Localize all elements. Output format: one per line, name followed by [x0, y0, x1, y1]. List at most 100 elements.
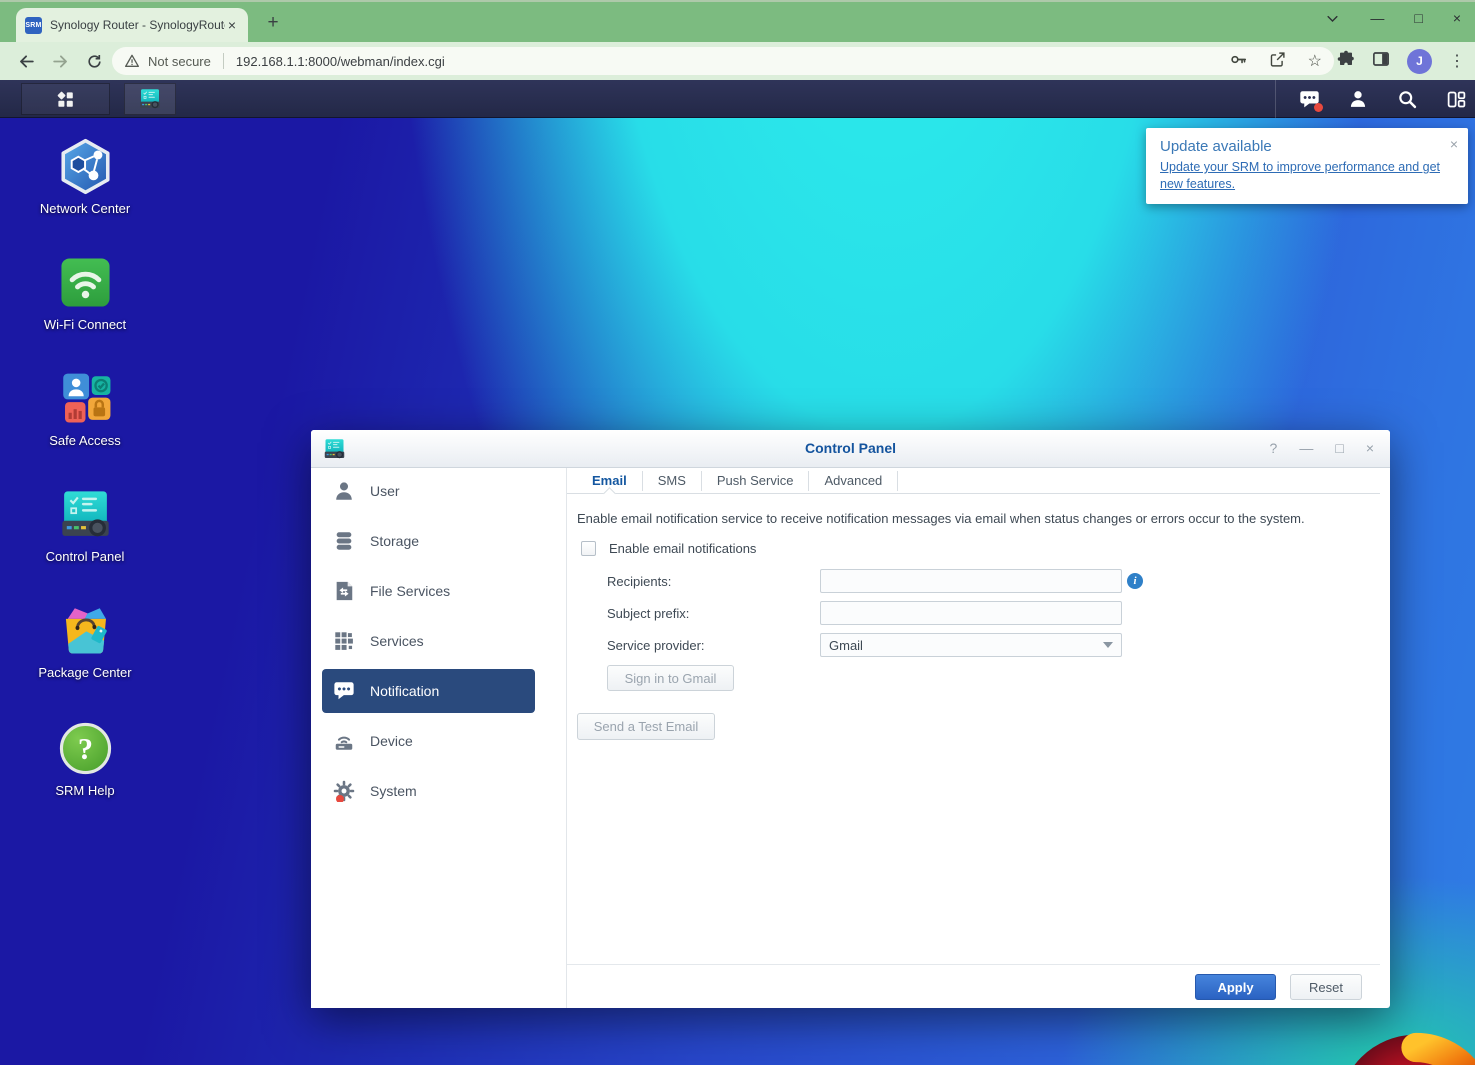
tab-advanced[interactable]: Advanced: [809, 470, 899, 491]
sidebar-item-services[interactable]: Services: [322, 619, 535, 663]
forward-button[interactable]: [48, 49, 72, 73]
sidebar-item-label: File Services: [370, 583, 451, 599]
sidebar-item-notification[interactable]: Notification: [322, 669, 535, 713]
address-divider: [222, 53, 224, 69]
sidebar-item-label: Storage: [370, 533, 420, 549]
browser-tab[interactable]: SRM Synology Router - SynologyRoute ×: [16, 8, 248, 42]
network-center-icon: [57, 138, 114, 195]
desktop-icon-label: SRM Help: [55, 783, 115, 798]
apply-button[interactable]: Apply: [1195, 974, 1276, 1000]
desktop-icon-label: Control Panel: [45, 549, 125, 564]
tab-underline: [567, 493, 1380, 494]
email-description: Enable email notification service to rec…: [577, 511, 1305, 526]
update-popup-title: Update available: [1160, 138, 1272, 155]
services-icon: [333, 630, 355, 652]
select-caret-icon: [1103, 642, 1113, 648]
desktop-icon-label: Network Center: [39, 201, 131, 216]
recipients-label: Recipients:: [607, 574, 672, 589]
window-help-button[interactable]: ?: [1270, 440, 1278, 456]
file-services-icon: [333, 580, 355, 602]
sidebar-item-system[interactable]: System: [322, 769, 535, 813]
srm-desktop: Network Center Wi-Fi Connect Safe Access…: [0, 118, 1475, 1065]
tab-title: Synology Router - SynologyRoute: [50, 18, 225, 32]
share-icon[interactable]: [1269, 51, 1286, 71]
recipients-info-icon[interactable]: i: [1127, 573, 1143, 589]
reset-button[interactable]: Reset: [1290, 974, 1362, 1000]
extensions-puzzle-icon[interactable]: [1337, 50, 1355, 73]
tab-close-icon[interactable]: ×: [225, 17, 239, 33]
sidebar-item-label: Notification: [370, 683, 440, 699]
address-bar[interactable]: Not secure 192.168.1.1:8000/webman/index…: [112, 47, 1334, 75]
browser-profile-avatar[interactable]: J: [1407, 48, 1432, 74]
taskbar-control-panel-button[interactable]: [124, 83, 176, 115]
side-panel-icon[interactable]: [1372, 50, 1390, 73]
desktop-icon-label: Safe Access: [49, 433, 121, 448]
update-srm-link[interactable]: Update your SRM to improve performance a…: [1160, 159, 1446, 192]
window-minimize-button[interactable]: —: [1299, 440, 1313, 456]
control-panel-icon: [57, 486, 114, 543]
security-label: Not secure: [148, 53, 211, 69]
tab-sms[interactable]: SMS: [643, 470, 702, 491]
srm-help-icon: [57, 720, 114, 777]
window-maximize-button[interactable]: □: [1335, 440, 1343, 456]
sidebar-item-storage[interactable]: Storage: [322, 519, 535, 563]
sidebar-item-user[interactable]: User: [322, 469, 535, 513]
desktop-icon-wifi-connect[interactable]: Wi-Fi Connect: [25, 254, 145, 334]
back-button[interactable]: [14, 49, 38, 73]
update-popup-close-icon[interactable]: ×: [1450, 136, 1458, 152]
srm-favicon: SRM: [25, 16, 42, 34]
service-provider-label: Service provider:: [607, 638, 705, 653]
bookmark-star-icon[interactable]: ☆: [1308, 51, 1322, 71]
browser-chevron-down-icon[interactable]: [1325, 11, 1340, 26]
window-titlebar[interactable]: Control Panel ? — □ ×: [311, 430, 1390, 468]
notification-panel: Email SMS Push Service Advanced Enable e…: [567, 468, 1390, 1008]
sign-in-gmail-button[interactable]: Sign in to Gmail: [607, 665, 734, 691]
package-center-icon: [57, 602, 114, 659]
search-icon[interactable]: [1396, 88, 1418, 110]
not-secure-warning-icon[interactable]: [124, 53, 140, 69]
enable-email-checkbox[interactable]: [581, 541, 596, 556]
desktop-icon-srm-help[interactable]: SRM Help: [25, 720, 145, 800]
control-panel-sidebar: User Storage File Services Services Noti…: [311, 468, 567, 1008]
send-test-email-button[interactable]: Send a Test Email: [577, 713, 715, 740]
device-icon: [333, 730, 355, 752]
footer-divider: [567, 964, 1380, 965]
user-options-icon[interactable]: [1347, 88, 1369, 110]
desktop-icon-safe-access[interactable]: Safe Access: [25, 370, 145, 450]
browser-menu-icon[interactable]: ⋮: [1449, 51, 1465, 71]
system-gear-icon: [333, 780, 355, 802]
sidebar-item-label: Device: [370, 733, 413, 749]
window-close-button[interactable]: ×: [1366, 440, 1374, 456]
new-tab-button[interactable]: +: [260, 10, 286, 36]
url-text: 192.168.1.1:8000/webman/index.cgi: [235, 53, 445, 69]
pilot-view-icon[interactable]: [1445, 88, 1467, 110]
browser-close-button[interactable]: ×: [1453, 10, 1461, 26]
password-key-icon[interactable]: [1230, 51, 1247, 71]
service-provider-select[interactable]: Gmail: [820, 633, 1122, 657]
recipients-input[interactable]: [820, 569, 1122, 593]
sidebar-item-device[interactable]: Device: [322, 719, 535, 763]
sidebar-item-file-services[interactable]: File Services: [322, 569, 535, 613]
desktop-icon-network-center[interactable]: Network Center: [25, 138, 145, 218]
safe-access-icon: [57, 370, 114, 427]
browser-maximize-button[interactable]: □: [1414, 10, 1422, 26]
reload-button[interactable]: [82, 49, 106, 73]
notifications-icon[interactable]: [1298, 88, 1323, 112]
srm-taskbar: [0, 80, 1475, 118]
main-menu-button[interactable]: [21, 83, 110, 115]
desktop-icon-package-center[interactable]: Package Center: [25, 602, 145, 682]
desktop-icon-control-panel[interactable]: Control Panel: [25, 486, 145, 566]
update-available-popup: Update available Update your SRM to impr…: [1146, 128, 1468, 204]
subject-prefix-input[interactable]: [820, 601, 1122, 625]
user-icon: [333, 480, 355, 502]
wifi-connect-icon: [57, 254, 114, 311]
notification-chat-icon: [333, 680, 355, 702]
storage-icon: [333, 530, 355, 552]
enable-email-label: Enable email notifications: [609, 541, 757, 556]
service-provider-value: Gmail: [829, 637, 863, 653]
notification-badge: [1314, 103, 1323, 112]
browser-minimize-button[interactable]: —: [1370, 10, 1384, 26]
desktop-icon-label: Wi-Fi Connect: [43, 317, 127, 332]
tab-push-service[interactable]: Push Service: [702, 470, 810, 491]
sidebar-item-label: System: [370, 783, 417, 799]
